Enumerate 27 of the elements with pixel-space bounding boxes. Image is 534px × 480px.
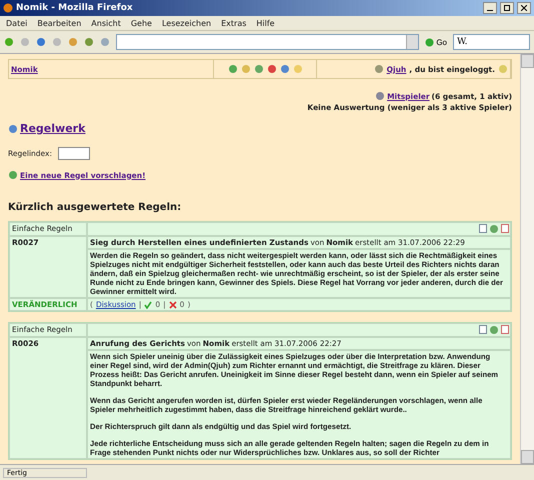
maximize-button[interactable] [500,2,514,14]
menu-item[interactable]: Datei [6,18,28,28]
address-field[interactable] [116,34,420,50]
window-title: Nomik - Mozilla Firefox [16,3,134,13]
document-icon[interactable] [479,224,487,233]
cross-icon[interactable] [168,300,177,308]
edit-document-icon[interactable] [501,224,509,233]
document-icon[interactable] [479,325,487,334]
scrollbar[interactable] [520,54,534,464]
section-heading: Kürzlich ausgewertete Regeln: [8,202,182,213]
menu-item[interactable]: Lesezeichen [162,18,212,28]
menu-item[interactable]: Gehe [130,18,152,28]
menu-item[interactable]: Hilfe [256,18,275,28]
check-icon[interactable] [144,300,152,308]
menu-item[interactable]: Extras [221,18,246,28]
edit-document-icon[interactable] [501,325,509,334]
go-button[interactable]: Go [425,38,447,46]
menu-item[interactable]: Ansicht [91,18,121,28]
close-icon [521,5,527,11]
rule-index-field[interactable] [58,147,90,160]
rules-link[interactable]: Regelwerk [20,122,86,135]
menu-item[interactable]: Bearbeiten [37,18,82,28]
browser-icon [3,3,13,13]
search-field[interactable]: W. [453,34,530,50]
minimize-button[interactable] [483,2,497,14]
close-button[interactable] [517,2,531,14]
maximize-icon [504,5,510,11]
